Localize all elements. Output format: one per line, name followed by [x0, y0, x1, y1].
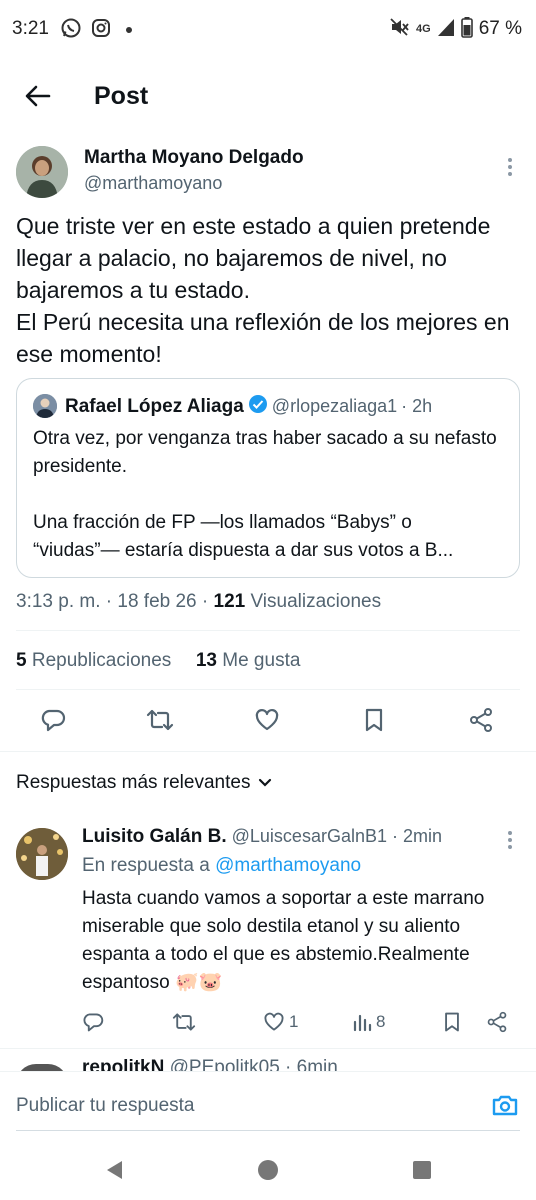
quoted-post-text: Otra vez, por venganza tras haber sacado… [33, 428, 497, 561]
notification-dot [126, 27, 132, 33]
like-button[interactable] [247, 700, 287, 740]
post-stats: 5 Republicaciones 13 Me gusta [16, 650, 300, 672]
repost-icon [172, 1013, 196, 1031]
quoted-post-time: · 2h [401, 396, 433, 416]
post-text: Que triste ver en este estado a quien pr… [16, 213, 510, 367]
quoted-author-name: Rafael López Aliaga [65, 395, 244, 417]
post-meta: 3:13 p. m. · 18 feb 26 · 121 Visualizaci… [16, 591, 381, 613]
replies-sort-label: Respuestas más relevantes [16, 772, 251, 793]
battery-icon [460, 16, 473, 43]
share-icon [487, 1011, 507, 1033]
heart-icon [255, 709, 279, 731]
square-recents-icon [413, 1161, 431, 1179]
share-button[interactable] [461, 700, 501, 740]
bookmark-icon [445, 1012, 459, 1032]
arrow-left-icon [25, 85, 51, 107]
back-button[interactable] [20, 78, 56, 114]
reply-views-count: 8 [376, 1012, 386, 1031]
instagram-icon [90, 17, 112, 39]
likes-label: Me gusta [216, 650, 301, 671]
reply-repost-button[interactable] [172, 1006, 196, 1038]
quoted-author-handle: @rlopezaliaga1 [271, 396, 398, 416]
author-handle[interactable]: @marthamoyano [84, 173, 222, 194]
reply-time: · 2min [392, 826, 443, 846]
divider [0, 751, 536, 752]
reply-text: Hasta cuando vamos a soportar a este mar… [82, 888, 485, 993]
reply-input[interactable]: Publicar tu respuesta [16, 1095, 195, 1117]
quoted-post[interactable]: Rafael López Aliaga @rlopezaliaga1 · 2h … [16, 378, 520, 578]
whatsapp-icon [60, 17, 82, 39]
reply-to-prefix: En respuesta a [82, 855, 216, 876]
reply-author-name[interactable]: Luisito Galán B. [82, 826, 227, 847]
share-icon [470, 708, 492, 732]
reply-header: Luisito Galán B. @LuiscesarGalnB1 · 2min [82, 826, 442, 848]
battery-percent: 67 % [478, 18, 522, 39]
quoted-author-avatar [33, 394, 57, 418]
reply-like-button[interactable]: 1 [263, 1006, 298, 1038]
views-count: 121 [213, 591, 246, 612]
reply-to-line: En respuesta a @marthamoyano [82, 855, 361, 877]
reply-reply-button[interactable] [82, 1006, 104, 1038]
reply-button[interactable] [33, 700, 73, 740]
network-type: 4G [416, 23, 431, 35]
post-actions [0, 700, 536, 740]
triangle-back-icon [107, 1161, 122, 1179]
circle-home-icon [258, 1160, 278, 1180]
heart-icon [264, 1012, 284, 1031]
divider [16, 689, 520, 690]
comment-icon [83, 1013, 104, 1032]
reply-share-button[interactable] [486, 1006, 508, 1038]
divider [16, 630, 520, 631]
post-timestamp: 3:13 p. m. · 18 feb 26 · [16, 591, 214, 612]
reply-author-avatar[interactable] [16, 828, 68, 880]
camera-button[interactable] [490, 1090, 520, 1120]
author-avatar[interactable] [16, 146, 68, 198]
status-bar: 3:21 4G 67 % [0, 0, 536, 58]
more-vertical-icon [508, 831, 512, 849]
nav-home-button[interactable] [256, 1158, 280, 1182]
more-vertical-icon [508, 158, 512, 176]
analytics-icon [353, 1014, 372, 1032]
reply-to-handle[interactable]: @marthamoyano [215, 855, 361, 876]
verified-badge-icon [248, 394, 268, 419]
reply-more-options-button[interactable] [498, 828, 522, 852]
status-time: 3:21 [12, 18, 49, 39]
repost-icon [146, 709, 174, 731]
repost-button[interactable] [140, 700, 180, 740]
chevron-down-icon [259, 778, 272, 787]
composer-underline [16, 1130, 520, 1131]
camera-icon [492, 1095, 518, 1116]
author-name[interactable]: Martha Moyano Delgado [84, 147, 304, 169]
page-title: Post [94, 82, 149, 110]
reply-author-handle[interactable]: @LuiscesarGalnB1 [232, 826, 387, 846]
reposts-count: 5 [16, 650, 27, 671]
nav-back-button[interactable] [102, 1158, 126, 1182]
comment-icon [41, 709, 66, 732]
likes-count: 13 [195, 650, 217, 671]
bookmark-icon [365, 708, 383, 732]
top-bar: Post [0, 68, 536, 124]
signal-icon [437, 17, 455, 42]
reply-views-button[interactable]: 8 [352, 1006, 385, 1038]
views-label: Visualizaciones [245, 591, 382, 612]
more-options-button[interactable] [498, 155, 522, 179]
reply-like-count: 1 [289, 1012, 299, 1031]
mute-icon [388, 16, 410, 43]
replies-sort-dropdown[interactable]: Respuestas más relevantes [16, 772, 272, 794]
nav-recents-button[interactable] [410, 1158, 434, 1182]
bookmark-button[interactable] [354, 700, 394, 740]
reposts-label: Republicaciones [26, 650, 172, 671]
divider [0, 1048, 536, 1049]
reposts-stat[interactable]: 5 Republicaciones [16, 650, 171, 671]
system-nav-bar [0, 1140, 536, 1200]
likes-stat[interactable]: 13 Me gusta [196, 650, 301, 671]
reply-actions: 1 8 [0, 1006, 536, 1038]
reply-bookmark-button[interactable] [442, 1006, 462, 1038]
reply-composer: Publicar tu respuesta [0, 1071, 536, 1135]
